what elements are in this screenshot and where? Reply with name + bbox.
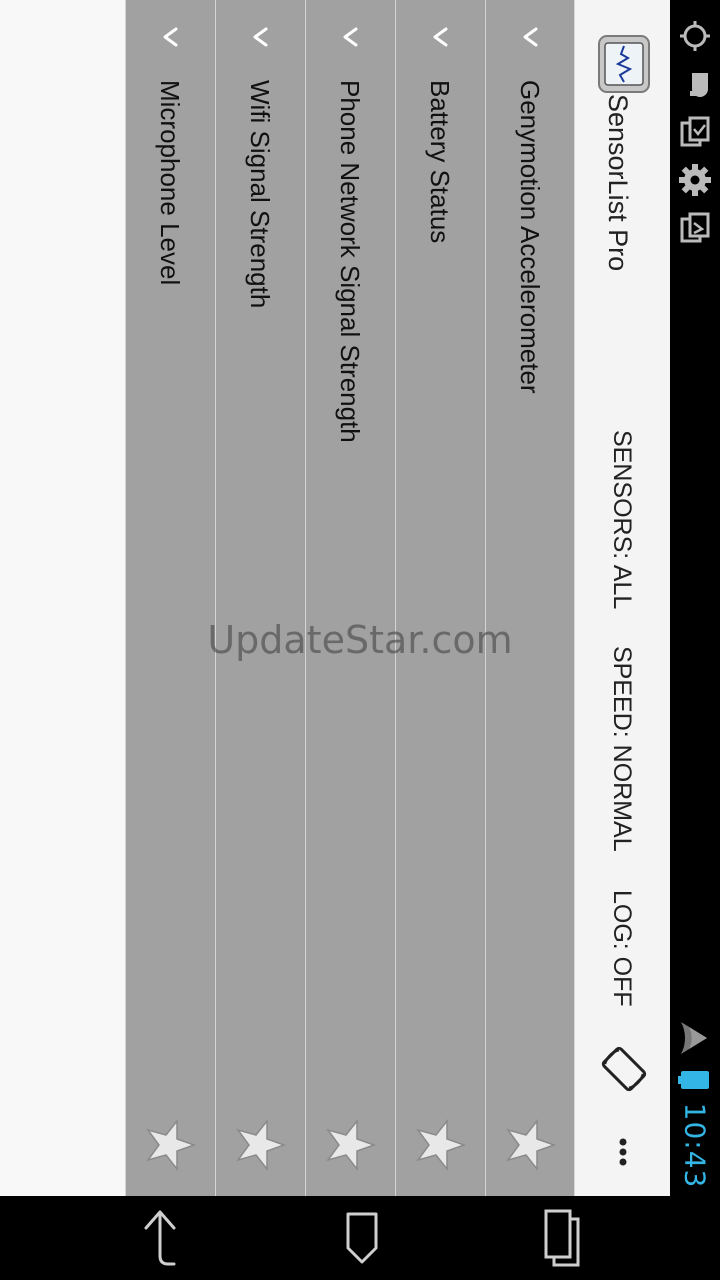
sensor-label: Genymotion Accelerometer <box>515 80 545 394</box>
clipboard-icon <box>677 210 713 246</box>
sensor-label: Battery Status <box>425 80 455 244</box>
star-icon[interactable] <box>503 1118 557 1172</box>
star-icon[interactable] <box>323 1118 377 1172</box>
list-item[interactable]: Wifi Signal Strength <box>215 0 304 1196</box>
chevron-up-icon[interactable] <box>246 26 274 48</box>
copy-icon <box>677 114 713 150</box>
status-bar: 10:43 <box>670 0 720 1196</box>
recents-icon[interactable] <box>530 1206 594 1270</box>
list-item[interactable]: Phone Network Signal Strength <box>305 0 394 1196</box>
gps-icon <box>677 18 713 54</box>
screen: Microphone Level Wifi Signal Strength Ph… <box>0 0 720 1280</box>
list-item[interactable]: Battery Status <box>395 0 484 1196</box>
chevron-up-icon[interactable] <box>336 26 364 48</box>
action-bar: SensorList Pro SENSORS: ALL SPEED: NORMA… <box>574 0 670 1196</box>
navigation-bar <box>0 1196 720 1280</box>
chevron-up-icon[interactable] <box>516 26 544 48</box>
sensor-label: Wifi Signal Strength <box>245 80 275 309</box>
screen-rotation-icon[interactable] <box>599 1044 649 1094</box>
home-icon[interactable] <box>330 1206 394 1270</box>
sensors-filter-button[interactable]: SENSORS: ALL <box>607 430 636 609</box>
chevron-up-icon[interactable] <box>426 26 454 48</box>
notification-icon <box>677 64 713 100</box>
speed-button[interactable]: SPEED: NORMAL <box>607 646 636 852</box>
sensor-list: Microphone Level Wifi Signal Strength Ph… <box>125 0 574 1196</box>
battery-icon <box>677 1062 713 1098</box>
list-item[interactable]: Genymotion Accelerometer <box>485 0 574 1196</box>
star-icon[interactable] <box>143 1118 197 1172</box>
status-clock: 10:43 <box>678 1102 712 1188</box>
settings-icon <box>677 162 713 198</box>
chevron-up-icon[interactable] <box>156 26 184 48</box>
log-button[interactable]: LOG: OFF <box>607 890 636 1007</box>
back-icon[interactable] <box>128 1206 192 1270</box>
list-item[interactable]: Microphone Level <box>125 0 214 1196</box>
overflow-menu-icon[interactable] <box>605 1136 641 1168</box>
app-title: SensorList Pro <box>603 94 633 272</box>
sensor-label: Microphone Level <box>155 80 185 286</box>
star-icon[interactable] <box>233 1118 287 1172</box>
wifi-icon <box>677 1020 713 1056</box>
sensor-label: Phone Network Signal Strength <box>335 80 365 443</box>
app-icon[interactable] <box>597 34 651 94</box>
star-icon[interactable] <box>413 1118 467 1172</box>
